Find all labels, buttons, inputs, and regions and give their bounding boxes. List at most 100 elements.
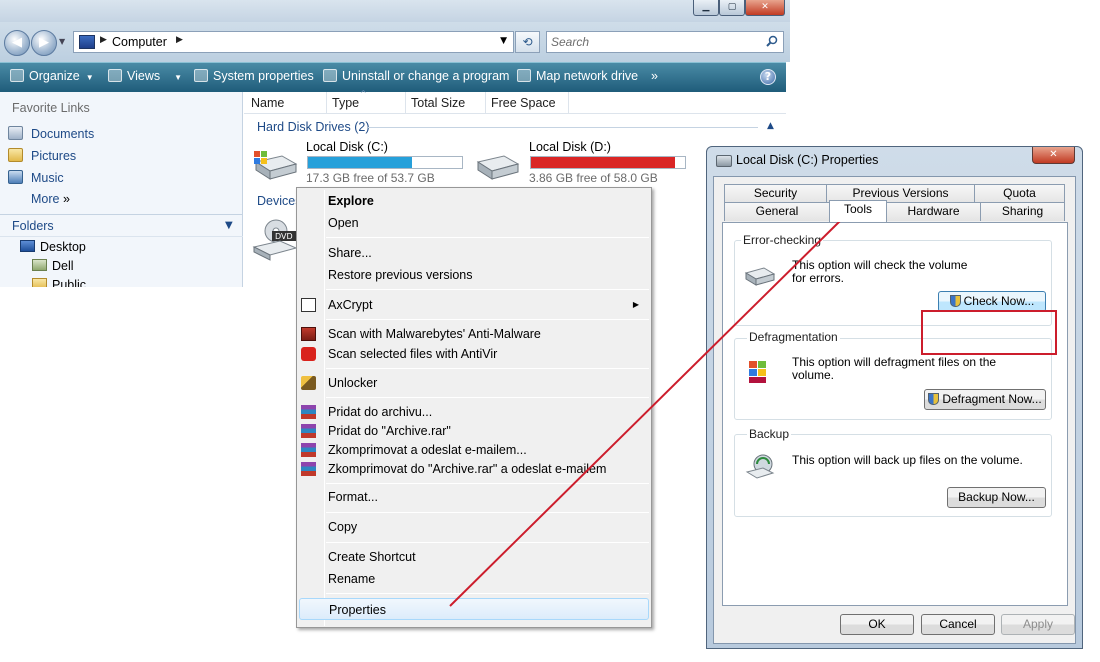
menu-item-create-shortcut[interactable]: Create Shortcut	[299, 547, 649, 567]
tree-label: Desktop	[40, 240, 86, 254]
double-chevron-icon: »	[62, 192, 70, 206]
search-icon[interactable]	[766, 35, 778, 47]
tab-general[interactable]: General	[724, 202, 830, 221]
system-properties-icon	[194, 69, 208, 82]
folder-icon	[32, 278, 47, 287]
dialog-close-button[interactable]: ✕	[1032, 147, 1075, 164]
system-properties-button[interactable]: System properties	[194, 69, 314, 83]
check-now-button[interactable]: Check Now...	[938, 291, 1046, 312]
more-favorites-link[interactable]: More »	[31, 192, 70, 206]
menu-item-unlocker[interactable]: Unlocker	[299, 373, 649, 393]
help-button[interactable]: ?	[760, 69, 776, 85]
close-button[interactable]: ✕	[745, 0, 785, 16]
menu-separator	[326, 483, 649, 484]
column-name[interactable]: Name	[251, 96, 284, 110]
check-now-label: Check Now...	[963, 294, 1035, 308]
collapse-group-icon[interactable]: ▲	[767, 121, 774, 131]
menu-item-pridat-archive-rar[interactable]: Pridat do "Archive.rar"	[299, 421, 649, 441]
column-divider[interactable]	[326, 92, 327, 114]
tab-security[interactable]: Security	[724, 184, 827, 203]
hard-drive-windows-icon[interactable]	[252, 148, 298, 182]
hard-drive-icon[interactable]	[474, 148, 520, 182]
menu-item-explore[interactable]: Explore	[299, 191, 649, 211]
menu-label: Format...	[328, 490, 379, 504]
defragment-now-button[interactable]: Defragment Now...	[924, 389, 1046, 410]
documents-icon	[8, 126, 23, 140]
menu-label: Pridat do "Archive.rar"	[328, 424, 451, 438]
breadcrumb-arrow-icon[interactable]: ▶	[100, 35, 107, 45]
tree-label: Dell	[52, 259, 74, 273]
favorite-documents[interactable]: Documents	[8, 126, 94, 141]
menu-item-restore-previous-versions[interactable]: Restore previous versions	[299, 265, 649, 285]
drive-d-name[interactable]: Local Disk (D:)	[529, 140, 611, 154]
tree-item-public[interactable]: Public	[32, 278, 86, 287]
cancel-button[interactable]: Cancel	[921, 614, 995, 635]
menu-item-axcrypt[interactable]: AxCrypt ▶	[299, 295, 649, 315]
defragment-now-label: Defragment Now...	[942, 392, 1042, 406]
context-menu: Explore Open Share... Restore previous v…	[296, 187, 652, 628]
menu-item-zkomprimovat-archive-rar-email[interactable]: Zkomprimovat do "Archive.rar" a odeslat …	[299, 459, 649, 479]
tab-hardware[interactable]: Hardware	[886, 202, 981, 221]
map-network-drive-button[interactable]: Map network drive	[517, 69, 638, 83]
drive-c-name[interactable]: Local Disk (C:)	[306, 140, 388, 154]
menu-item-copy[interactable]: Copy	[299, 517, 649, 537]
menu-item-malwarebytes[interactable]: Scan with Malwarebytes' Anti-Malware	[299, 324, 649, 344]
menu-separator	[326, 512, 649, 513]
uninstall-button[interactable]: Uninstall or change a program	[323, 69, 509, 83]
group-devices[interactable]: Devices	[257, 194, 301, 208]
column-divider[interactable]	[485, 92, 486, 114]
recent-pages-dropdown-icon[interactable]: ▼	[59, 37, 65, 46]
group-hard-disk-drives[interactable]: Hard Disk Drives (2)	[257, 120, 370, 134]
favorite-music[interactable]: Music	[8, 170, 64, 185]
backup-now-button[interactable]: Backup Now...	[947, 487, 1046, 508]
organize-button[interactable]: Organize ▼	[10, 69, 94, 83]
menu-item-pridat-do-archivu[interactable]: Pridat do archivu...	[299, 402, 649, 422]
views-button[interactable]: Views ▼	[108, 69, 182, 83]
column-divider[interactable]	[405, 92, 406, 114]
chevron-down-icon[interactable]: ▼	[225, 220, 233, 231]
forward-button[interactable]: ▶	[31, 30, 57, 56]
tree-item-desktop[interactable]: Desktop	[20, 240, 86, 254]
menu-item-rename[interactable]: Rename	[299, 569, 649, 589]
group-divider	[368, 127, 758, 128]
favorite-pictures[interactable]: Pictures	[8, 148, 76, 163]
column-divider[interactable]	[568, 92, 569, 114]
error-checking-title: Error-checking	[741, 233, 824, 247]
tree-item-dell[interactable]: Dell	[32, 259, 74, 273]
menu-separator	[326, 397, 649, 398]
drive-icon	[716, 155, 732, 167]
column-total-size[interactable]: Total Size	[411, 96, 465, 110]
menu-item-properties[interactable]: Properties	[299, 598, 649, 620]
unlocker-wand-icon	[301, 376, 316, 390]
tab-quota[interactable]: Quota	[974, 184, 1065, 203]
minimize-button[interactable]: ▁	[693, 0, 719, 16]
folders-header[interactable]: Folders ▼	[0, 214, 243, 237]
ok-button[interactable]: OK	[840, 614, 914, 635]
back-button[interactable]: ◀	[4, 30, 30, 56]
views-icon	[108, 69, 122, 82]
uac-shield-icon	[928, 393, 940, 405]
apply-button[interactable]: Apply	[1001, 614, 1075, 635]
menu-item-antivir[interactable]: Scan selected files with AntiVir	[299, 344, 649, 364]
menu-item-format[interactable]: Format...	[299, 487, 649, 507]
error-checking-description: This option will check the volume for er…	[792, 258, 968, 285]
tab-sharing[interactable]: Sharing	[980, 202, 1065, 221]
tab-tools[interactable]: Tools	[829, 200, 887, 222]
maximize-button[interactable]: ▢	[719, 0, 745, 16]
menu-item-zkomprimovat-email[interactable]: Zkomprimovat a odeslat e-mailem...	[299, 440, 649, 460]
address-dropdown-icon[interactable]: ▼	[500, 36, 507, 46]
column-type[interactable]: Type	[332, 96, 359, 110]
menu-item-open[interactable]: Open	[299, 213, 649, 233]
organize-label: Organize	[29, 69, 80, 83]
breadcrumb-computer[interactable]: Computer	[112, 35, 167, 49]
menu-item-share[interactable]: Share...	[299, 243, 649, 263]
address-bar[interactable]: ▶ Computer ▶ ▼	[73, 31, 514, 53]
refresh-button[interactable]: ⟲	[515, 31, 540, 53]
dialog-title: Local Disk (C:) Properties	[736, 153, 879, 167]
search-input[interactable]: Search	[546, 31, 784, 53]
column-free-space[interactable]: Free Space	[491, 96, 556, 110]
dvd-drive-icon[interactable]: DVD	[252, 217, 298, 261]
backup-title: Backup	[747, 427, 792, 441]
toolbar-overflow-button[interactable]: »	[651, 69, 658, 83]
breadcrumb-arrow-icon[interactable]: ▶	[176, 35, 183, 45]
